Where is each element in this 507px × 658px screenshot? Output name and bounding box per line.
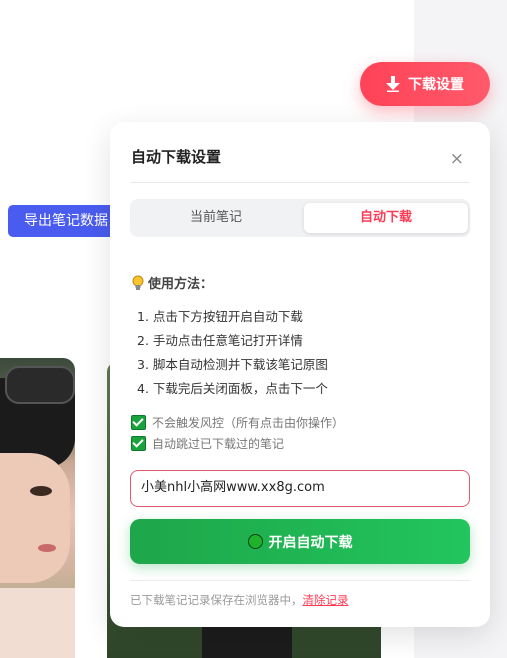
list-item: 3. 脚本自动检测并下载该笔记原图 (137, 357, 328, 372)
note-photo-left[interactable] (0, 358, 75, 658)
start-auto-download-button[interactable]: 开启自动下载 (130, 519, 470, 564)
howto-heading: 使用方法： (131, 273, 213, 292)
list-item: 1. 点击下方按钮开启自动下载 (137, 309, 303, 324)
footer-note: 已下载笔记记录保存在浏览器中，清除记录 (130, 592, 349, 608)
download-arrow-icon (386, 76, 400, 92)
check-label: 自动跳过已下载过的笔记 (152, 437, 285, 451)
panel-title: 自动下载设置 (131, 148, 222, 166)
download-settings-button[interactable]: 下载设置 (360, 62, 490, 106)
export-notes-button[interactable]: 导出笔记数据 (8, 205, 114, 237)
photo-shoulder (0, 588, 75, 658)
howto-title: 使用方法： (148, 277, 214, 292)
text-input[interactable]: 小美nhl小高网www.xx8g.com (130, 470, 470, 507)
list-item: 2. 手动点击任意笔记打开详情 (137, 333, 303, 348)
list-item: 4. 下载完后关闭面板，点击下一个 (137, 381, 328, 396)
divider (130, 580, 470, 581)
tab-current-note[interactable]: 当前笔记 (134, 203, 298, 233)
check-label: 不会触发风控（所有点击由你操作） (152, 416, 345, 430)
start-button-label: 开启自动下载 (268, 534, 353, 551)
photo-face (0, 453, 70, 583)
close-icon[interactable]: × (450, 149, 464, 169)
check-skip-downloaded[interactable]: 自动跳过已下载过的笔记 (131, 435, 284, 452)
checkbox-checked-icon[interactable] (131, 415, 146, 430)
tab-auto-download[interactable]: 自动下载 (304, 203, 468, 233)
howto-steps: 1. 点击下方按钮开启自动下载 2. 手动点击任意笔记打开详情 3. 脚本自动检… (137, 306, 328, 402)
auto-download-panel: 自动下载设置 × 当前笔记 自动下载 使用方法： 1. 点击下方按钮开启自动下载… (110, 122, 490, 627)
download-settings-label: 下载设置 (408, 77, 464, 93)
photo-eye (30, 486, 52, 496)
photo-sunglasses (5, 366, 75, 404)
check-no-risk-control[interactable]: 不会触发风控（所有点击由你操作） (131, 414, 344, 431)
divider (130, 182, 470, 183)
footer-text: 已下载笔记记录保存在浏览器中， (130, 593, 303, 607)
checkbox-checked-icon[interactable] (131, 436, 146, 451)
photo-lips (38, 544, 56, 552)
clear-records-link[interactable]: 清除记录 (303, 593, 349, 607)
lightbulb-icon (131, 275, 145, 291)
green-circle-icon (247, 534, 263, 549)
mode-tabs: 当前笔记 自动下载 (130, 199, 470, 237)
